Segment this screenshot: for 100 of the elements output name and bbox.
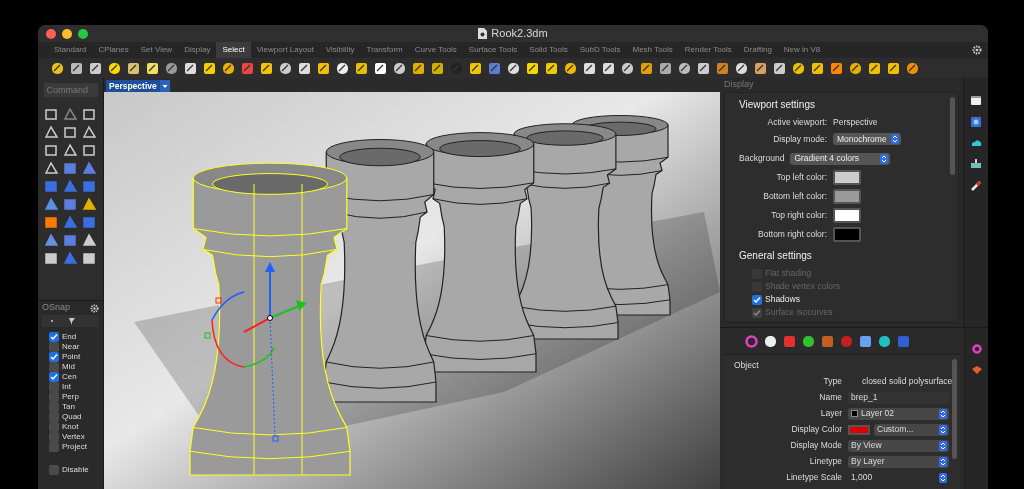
toolbar-tool-icon[interactable] (373, 60, 388, 76)
color-wheel-icon[interactable] (971, 344, 982, 354)
toolbar-tool-icon[interactable] (848, 60, 863, 76)
scrollbar[interactable] (952, 359, 958, 459)
toolbar-tab[interactable]: Standard (48, 42, 93, 58)
toolbar-tool-icon[interactable] (639, 60, 654, 76)
checkbox[interactable] (49, 382, 59, 393)
select-field[interactable]: Layer 02 (848, 407, 949, 420)
scrollbar[interactable] (950, 97, 955, 175)
toolbar-tool-icon[interactable] (50, 60, 65, 76)
toolbar-tool-icon[interactable] (411, 60, 426, 76)
toolbar-tool-icon[interactable] (69, 60, 84, 76)
toolbar-tool-icon[interactable] (905, 60, 920, 76)
viewport-canvas[interactable] (104, 92, 720, 489)
checkbox[interactable] (49, 352, 59, 363)
toolbar-tab[interactable]: Visibility (319, 42, 361, 58)
drawing-tool-icon[interactable] (82, 161, 97, 175)
toolbar-tab[interactable]: New in V8 (777, 42, 827, 58)
toolbar-tab[interactable]: SubD Tools (573, 42, 627, 58)
settings-icon[interactable] (90, 303, 99, 313)
toolbar-tool-icon[interactable] (601, 60, 616, 76)
drawing-tool-icon[interactable] (44, 143, 59, 157)
toolbar-tool-icon[interactable] (791, 60, 806, 76)
checkbox[interactable] (49, 464, 59, 475)
gumball-drawing[interactable] (204, 262, 307, 442)
select-field[interactable]: By View (848, 439, 949, 452)
toolbar-tool-icon[interactable] (126, 60, 141, 76)
toolbar-tool-icon[interactable] (335, 60, 350, 76)
toolbar-tool-icon[interactable] (677, 60, 692, 76)
checkbox[interactable] (49, 332, 59, 343)
color-swatch[interactable] (833, 170, 861, 185)
toolbar-tab[interactable]: Viewport Layout (250, 42, 320, 58)
toolbar-tool-icon[interactable] (430, 60, 445, 76)
drawing-tool-icon[interactable] (44, 197, 59, 211)
toolbar-tool-icon[interactable] (772, 60, 787, 76)
toolbar-tool-icon[interactable] (810, 60, 825, 76)
drawing-tool-icon[interactable] (63, 233, 78, 247)
drawing-tool-icon[interactable] (63, 161, 78, 175)
dropdown-caret-icon[interactable] (159, 80, 170, 92)
drawing-tool-icon[interactable] (82, 125, 97, 139)
drawing-tool-icon[interactable] (82, 197, 97, 211)
toolbar-tool-icon[interactable] (696, 60, 711, 76)
drawing-tool-icon[interactable] (44, 233, 59, 247)
property-page-icon[interactable] (877, 334, 891, 348)
color-swatch[interactable] (833, 208, 861, 223)
property-page-icon[interactable] (763, 334, 777, 348)
drawing-tool-icon[interactable] (63, 197, 78, 211)
toolbar-tool-icon[interactable] (506, 60, 521, 76)
drawing-tool-icon[interactable] (44, 161, 59, 175)
color-swatch[interactable] (833, 189, 861, 204)
drawing-tool-icon[interactable] (63, 107, 78, 121)
checkbox[interactable] (752, 294, 762, 305)
toolbar-tool-icon[interactable] (183, 60, 198, 76)
color-swatch[interactable] (848, 424, 870, 435)
property-page-icon[interactable] (801, 334, 815, 348)
drawing-tool-icon[interactable] (44, 125, 59, 139)
drawing-tool-icon[interactable] (63, 125, 78, 139)
toolbar-tool-icon[interactable] (297, 60, 312, 76)
toolbar-tool-icon[interactable] (88, 60, 103, 76)
toolbar-tool-icon[interactable] (278, 60, 293, 76)
toolbar-tab[interactable]: CPlanes (92, 42, 135, 58)
toolbar-tool-icon[interactable] (867, 60, 882, 76)
drawing-tool-icon[interactable] (63, 143, 78, 157)
toolbar-tool-icon[interactable] (354, 60, 369, 76)
toolbar-tool-icon[interactable] (544, 60, 559, 76)
close-button[interactable] (46, 28, 56, 39)
zoom-button[interactable] (78, 28, 88, 39)
toolbar-tool-icon[interactable] (753, 60, 768, 76)
drawing-tool-icon[interactable] (82, 143, 97, 157)
minimize-button[interactable] (62, 28, 72, 39)
checkbox[interactable] (49, 342, 59, 353)
toolbar-tab[interactable]: Display (178, 42, 217, 58)
name-field[interactable]: brep_1 (848, 391, 949, 404)
toolbar-tool-icon[interactable] (145, 60, 160, 76)
toolbar-tool-icon[interactable] (316, 60, 331, 76)
toolbar-tool-icon[interactable] (525, 60, 540, 76)
brush-icon[interactable] (971, 181, 981, 191)
property-page-icon[interactable] (858, 334, 872, 348)
drawing-tool-icon[interactable] (82, 251, 97, 265)
select-field[interactable]: Custom... (874, 423, 949, 436)
toolbar-tab[interactable]: Mesh Tools (626, 42, 679, 58)
viewport-tab[interactable]: Perspective (106, 80, 170, 92)
toolbar-tool-icon[interactable] (886, 60, 901, 76)
toolbar-tool-icon[interactable] (829, 60, 844, 76)
checkbox[interactable] (49, 362, 59, 373)
toolbar-tool-icon[interactable] (259, 60, 274, 76)
drawing-tool-icon[interactable] (44, 215, 59, 229)
toolbar-tab[interactable]: Curve Tools (408, 42, 463, 58)
rook-drawing[interactable] (189, 162, 351, 476)
drawing-tool-icon[interactable] (82, 107, 97, 121)
select-field[interactable]: Monochrome (833, 133, 901, 145)
drawing-tool-icon[interactable] (82, 233, 97, 247)
toolbar-tool-icon[interactable] (582, 60, 597, 76)
toolbar-tool-icon[interactable] (202, 60, 217, 76)
toolbar-tab[interactable]: Surface Tools (462, 42, 524, 58)
toolbar-tab[interactable]: Select (216, 42, 251, 58)
toolbar-tool-icon[interactable] (468, 60, 483, 76)
toolbar-tab[interactable]: Set View (134, 42, 179, 58)
toolbar-tool-icon[interactable] (658, 60, 673, 76)
toolbar-tool-icon[interactable] (107, 60, 122, 76)
